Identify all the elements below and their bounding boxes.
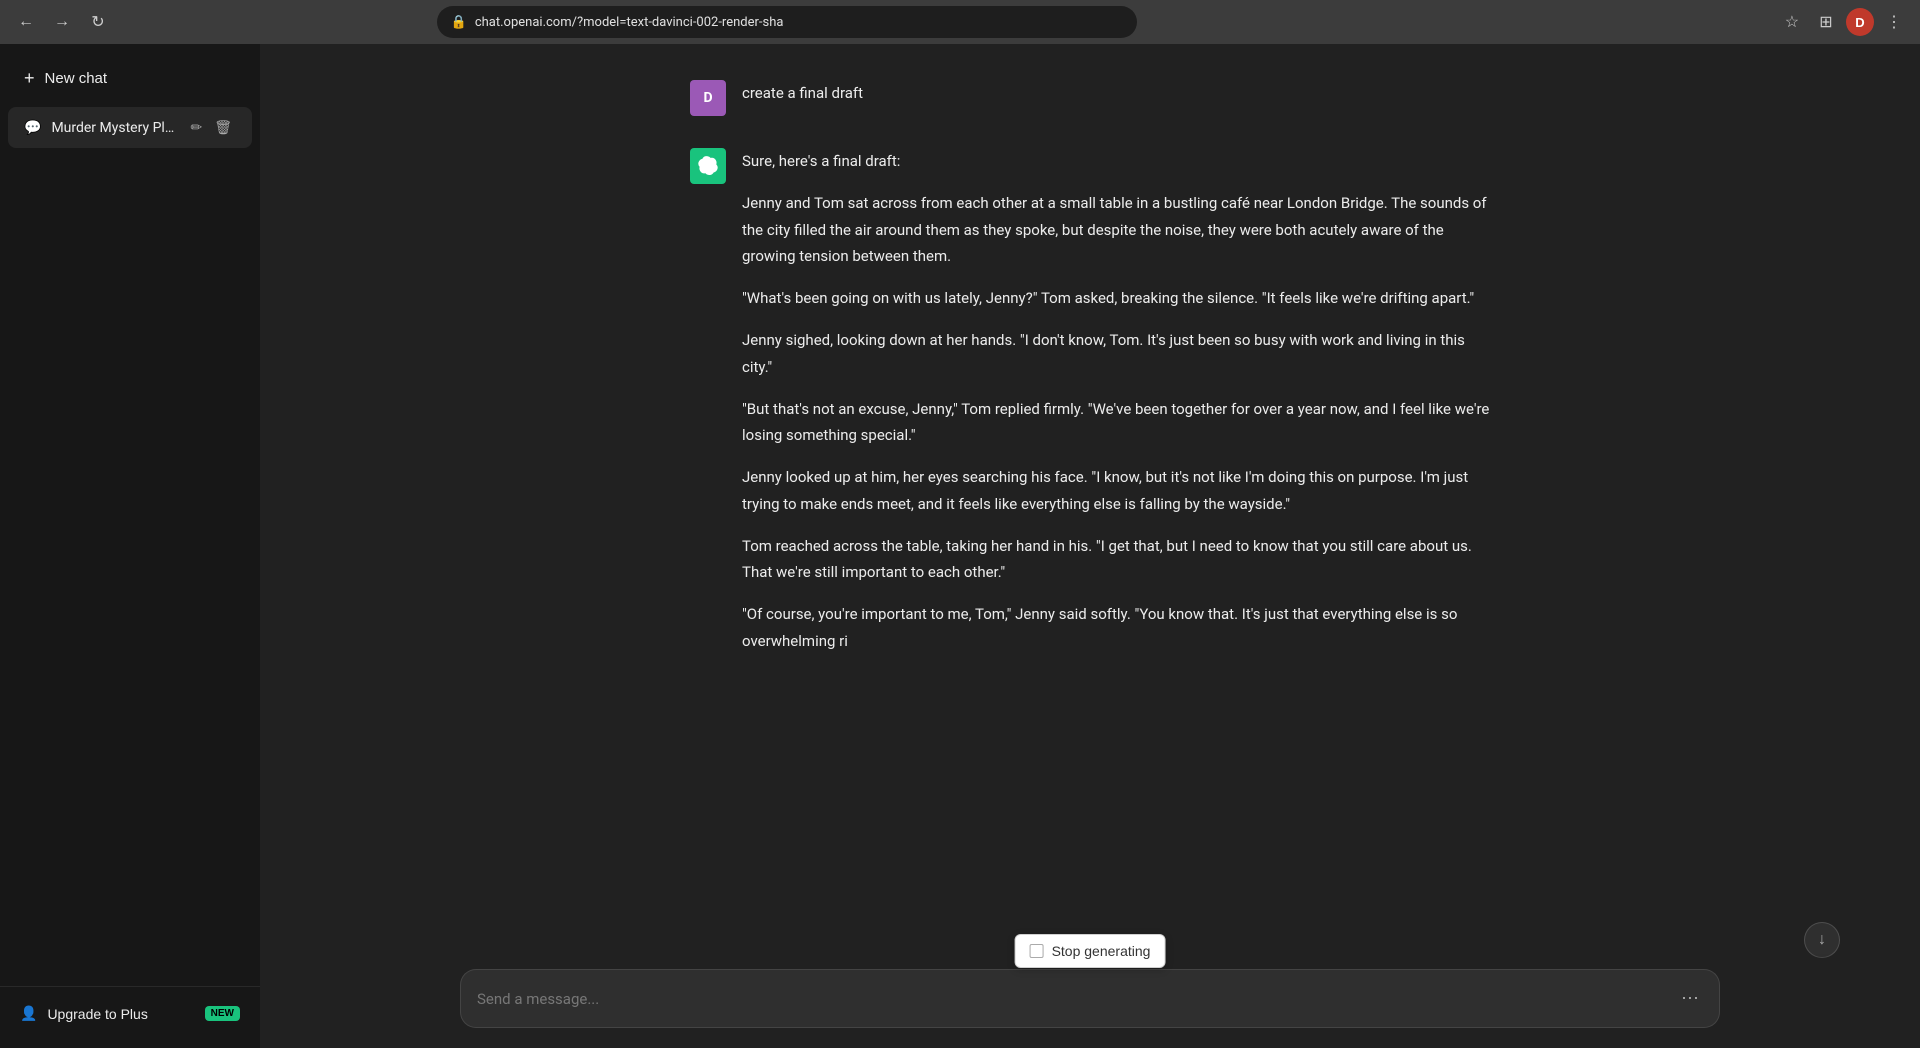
user-message-text: create a final draft [742,80,1490,106]
user-message-row: D create a final draft [490,64,1690,132]
ai-para-0: Jenny and Tom sat across from each other… [742,190,1490,269]
user-message-content: create a final draft [742,80,1490,116]
new-chat-button[interactable]: + New chat [8,56,252,101]
forward-button[interactable]: → [48,8,76,36]
ai-message-text: Sure, here's a final draft: Jenny and To… [742,148,1490,654]
browser-right-icons: ☆ ⊞ D ⋮ [1778,8,1908,36]
ai-para-2: Jenny sighed, looking down at her hands.… [742,327,1490,380]
ai-intro: Sure, here's a final draft: [742,148,1490,174]
new-badge: NEW [205,1006,240,1021]
upgrade-to-plus-button[interactable]: 👤 Upgrade to Plus NEW [8,995,252,1032]
chat-icon: 💬 [24,120,41,136]
edit-chat-button[interactable]: ✏ [186,117,206,138]
input-container: ⋯ [460,969,1720,1028]
browser-chrome: ← → ↻ 🔒 chat.openai.com/?model=text-davi… [0,0,1920,44]
ai-para-6: "Of course, you're important to me, Tom,… [742,601,1490,654]
message-input[interactable] [477,990,1669,1008]
menu-icon[interactable]: ⋮ [1880,8,1908,36]
url-text: chat.openai.com/?model=text-davinci-002-… [475,15,1123,30]
chat-actions: ✏ 🗑 [186,117,236,138]
back-button[interactable]: ← [12,8,40,36]
extensions-icon[interactable]: ⊞ [1812,8,1840,36]
messages-area: D create a final draft Sure, here's a fi… [260,44,1920,1048]
delete-chat-button[interactable]: 🗑 [210,117,236,138]
user-message-avatar: D [690,80,726,116]
new-chat-label: New chat [45,70,108,87]
bookmark-icon[interactable]: ☆ [1778,8,1806,36]
ai-para-5: Tom reached across the table, taking her… [742,533,1490,586]
app-wrapper: + New chat 💬 Murder Mystery Plot. ✏ 🗑 👤 … [0,44,1920,1048]
user-icon: 👤 [20,1005,37,1022]
input-more-button[interactable]: ⋯ [1677,984,1703,1013]
ai-message-content: Sure, here's a final draft: Jenny and To… [742,148,1490,654]
chat-title: Murder Mystery Plot. [51,120,176,136]
ai-message-avatar [690,148,726,184]
stop-generating-button[interactable]: Stop generating [1015,934,1166,968]
reload-button[interactable]: ↻ [84,8,112,36]
stop-generating-container: Stop generating [1015,934,1166,968]
ai-para-4: Jenny looked up at him, her eyes searchi… [742,464,1490,517]
sidebar-bottom: 👤 Upgrade to Plus NEW [0,986,260,1040]
user-avatar: D [1846,8,1874,36]
ai-para-3: "But that's not an excuse, Jenny," Tom r… [742,396,1490,449]
plus-icon: + [24,68,35,89]
ai-message-row: Sure, here's a final draft: Jenny and To… [490,132,1690,670]
stop-checkbox-icon [1030,944,1044,958]
address-bar[interactable]: 🔒 chat.openai.com/?model=text-davinci-00… [437,6,1137,38]
main-content: D create a final draft Sure, here's a fi… [260,44,1920,1048]
stop-generating-label: Stop generating [1052,943,1151,959]
ai-para-1: "What's been going on with us lately, Je… [742,285,1490,311]
sidebar-item-murder-mystery[interactable]: 💬 Murder Mystery Plot. ✏ 🗑 [8,107,252,148]
profile-icon[interactable]: D [1846,8,1874,36]
upgrade-label: Upgrade to Plus [47,1006,147,1022]
sidebar: + New chat 💬 Murder Mystery Plot. ✏ 🗑 👤 … [0,44,260,1048]
